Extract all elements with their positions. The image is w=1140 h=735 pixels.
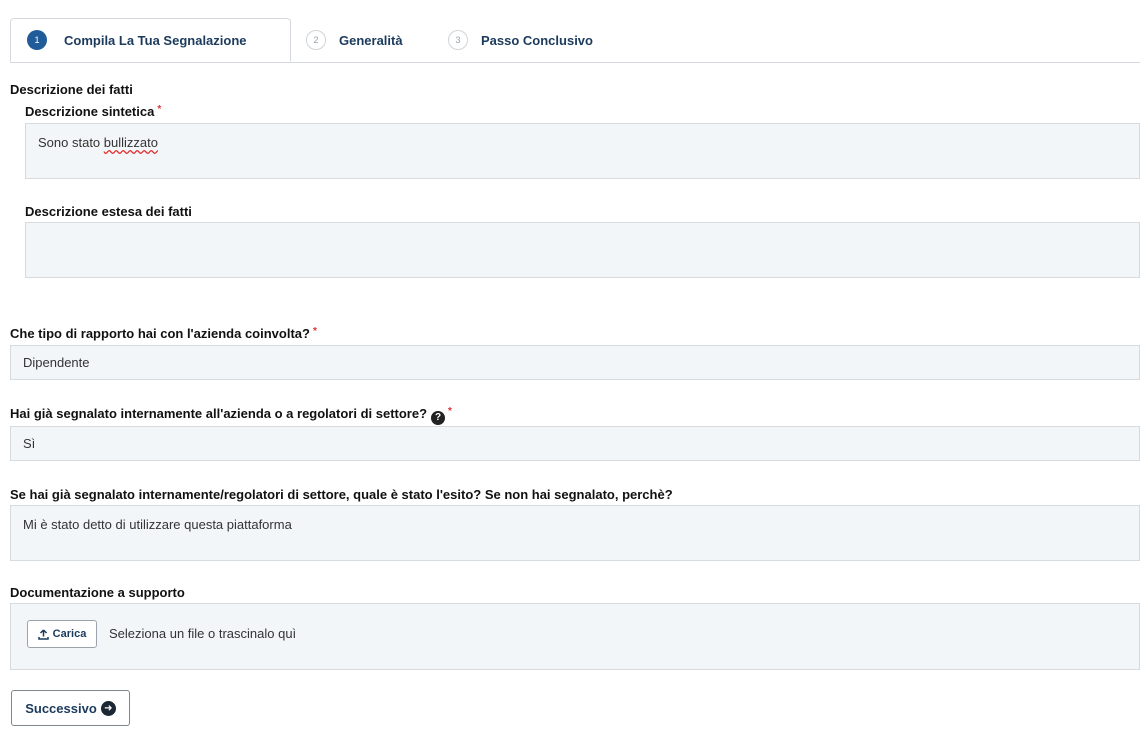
short-description-label: Descrizione sintetica * <box>25 104 162 119</box>
step-number-2: 2 <box>306 30 326 50</box>
step-tabs: 1 Compila La Tua Segnalazione 2 Generali… <box>10 18 1140 63</box>
arrow-circle-right-icon: ➜ <box>100 700 116 716</box>
upload-hint: Seleziona un file o trascinalo quì <box>109 626 297 641</box>
outcome-value: Mi è stato detto di utilizzare questa pi… <box>23 517 292 532</box>
long-description-textarea[interactable] <box>25 222 1140 278</box>
misspelled-word: bullizzato <box>103 135 158 150</box>
relationship-select[interactable]: Dipendente <box>10 345 1140 380</box>
tab-label: Passo Conclusivo <box>481 32 593 48</box>
reported-internally-value: Sì <box>23 436 36 451</box>
long-description-label: Descrizione estesa dei fatti <box>25 204 192 219</box>
reported-internally-label: Hai già segnalato internamente all'azien… <box>10 406 452 425</box>
tab-label: Generalità <box>339 32 403 48</box>
tab-generalita[interactable]: 2 Generalità <box>290 18 430 62</box>
documents-label: Documentazione a supporto <box>10 585 185 600</box>
next-button[interactable]: Successivo ➜ <box>11 690 130 726</box>
short-description-textarea[interactable]: Sono stato bullizzato <box>25 123 1140 179</box>
tab-compila-segnalazione[interactable]: 1 Compila La Tua Segnalazione <box>10 18 291 62</box>
required-marker: * <box>312 326 317 337</box>
file-dropzone[interactable]: Carica Seleziona un file o trascinalo qu… <box>10 603 1140 670</box>
upload-icon <box>37 628 49 640</box>
required-marker: * <box>448 406 452 417</box>
upload-button-label: Carica <box>52 628 87 640</box>
tab-label: Compila La Tua Segnalazione <box>64 32 247 48</box>
outcome-textarea[interactable]: Mi è stato detto di utilizzare questa pi… <box>10 505 1140 561</box>
upload-button[interactable]: Carica <box>27 620 97 648</box>
next-button-label: Successivo <box>25 700 97 716</box>
relationship-value: Dipendente <box>23 355 90 370</box>
outcome-label: Se hai già segnalato internamente/regola… <box>10 487 673 502</box>
section-title: Descrizione dei fatti <box>10 82 133 97</box>
reported-internally-select[interactable]: Sì <box>10 426 1140 461</box>
step-number-1: 1 <box>27 30 47 50</box>
question-circle-icon[interactable]: ? <box>431 410 446 425</box>
short-description-value: Sono stato bullizzato <box>38 135 158 150</box>
required-marker: * <box>157 104 162 115</box>
step-number-3: 3 <box>448 30 468 50</box>
tab-passo-conclusivo[interactable]: 3 Passo Conclusivo <box>430 18 630 62</box>
relationship-label: Che tipo di rapporto hai con l'azienda c… <box>10 326 317 341</box>
